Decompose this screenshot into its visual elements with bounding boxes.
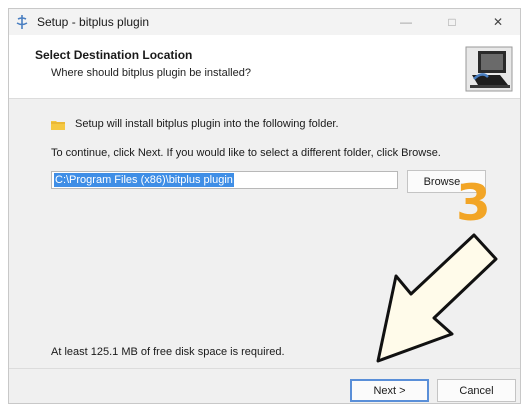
install-text: Setup will install bitplus plugin into t…: [75, 118, 339, 130]
wizard-footer: Next > Cancel: [9, 368, 520, 403]
cancel-button[interactable]: Cancel: [437, 379, 516, 402]
computer-install-icon: [464, 45, 514, 93]
step-number-annotation: 3: [456, 174, 491, 232]
setup-window: Setup - bitplus plugin — □ ✕ Select Dest…: [8, 8, 521, 404]
continue-instructions: To continue, click Next. If you would li…: [51, 147, 441, 159]
window-title: Setup - bitplus plugin: [37, 15, 150, 29]
page-subtitle: Where should bitplus plugin be installed…: [51, 67, 251, 79]
path-value: C:\Program Files (x86)\bitplus plugin: [54, 173, 234, 187]
maximize-button[interactable]: □: [429, 9, 475, 35]
close-button[interactable]: ✕: [475, 9, 520, 35]
title-bar: Setup - bitplus plugin — □ ✕: [9, 9, 520, 35]
folder-icon: [51, 120, 65, 130]
wizard-header: Select Destination Location Where should…: [9, 35, 520, 99]
app-icon: [13, 13, 31, 31]
install-info: Setup will install bitplus plugin into t…: [51, 118, 339, 130]
wizard-content: Setup will install bitplus plugin into t…: [9, 100, 520, 368]
destination-path-input[interactable]: C:\Program Files (x86)\bitplus plugin: [51, 171, 398, 189]
page-title: Select Destination Location: [35, 48, 193, 62]
next-button[interactable]: Next >: [350, 379, 429, 402]
disk-space-text: At least 125.1 MB of free disk space is …: [51, 346, 285, 358]
minimize-button[interactable]: —: [383, 9, 429, 35]
